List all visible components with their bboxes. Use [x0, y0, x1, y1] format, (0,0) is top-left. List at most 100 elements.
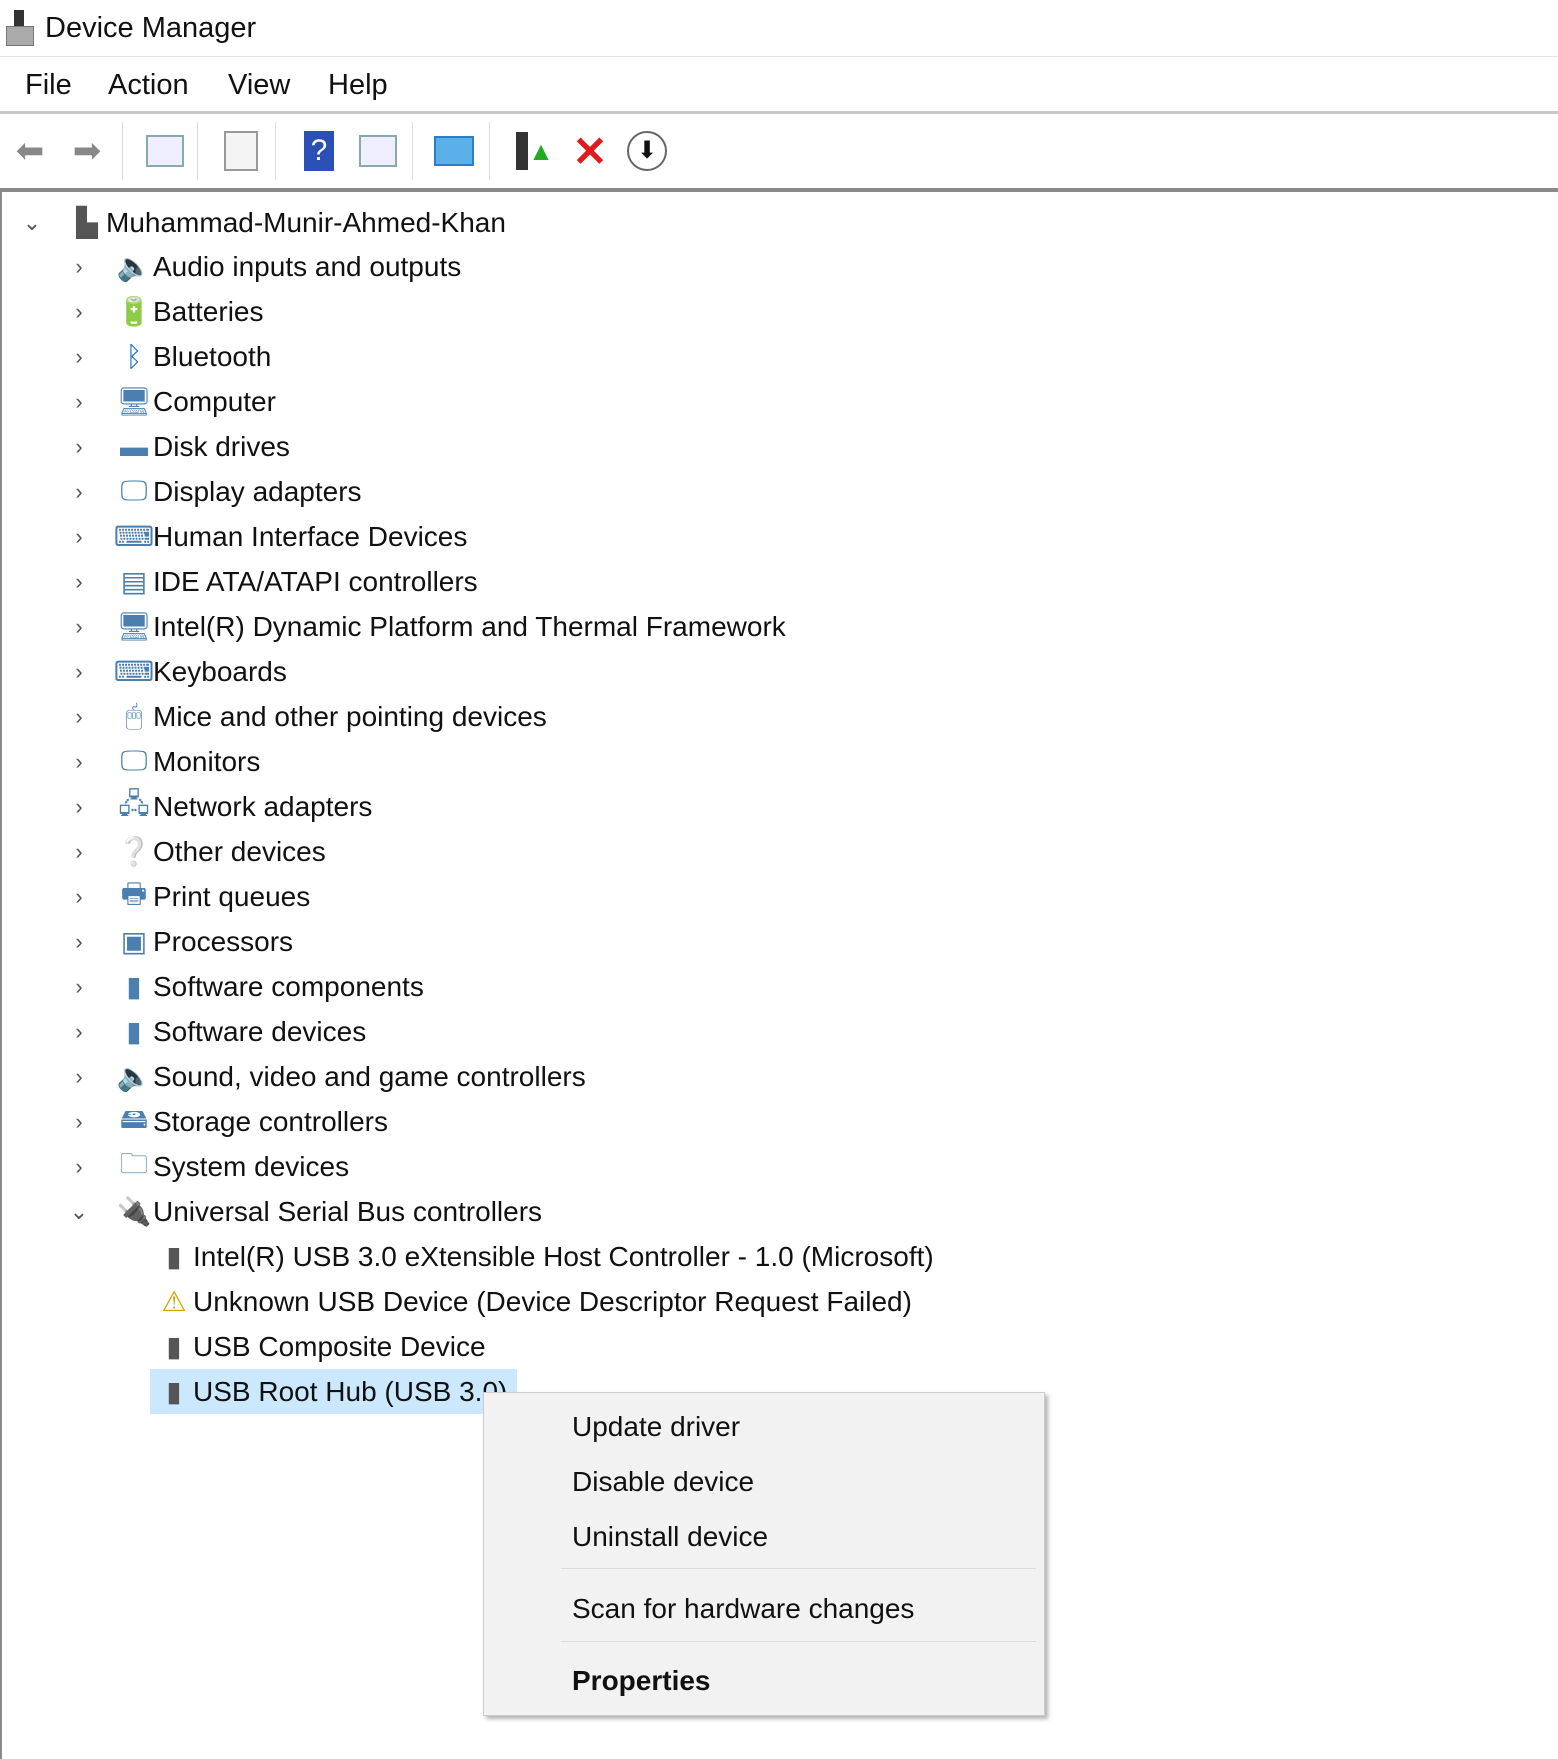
tree-item-label: Universal Serial Bus controllers [153, 1195, 543, 1227]
usb-device[interactable]: ▮ USB Root Hub (USB 3.0) [150, 1369, 518, 1414]
chevron-right-icon[interactable]: › [69, 1019, 89, 1045]
chevron-right-icon[interactable]: › [69, 929, 89, 955]
tree-category[interactable]: › ❔ Other devices [69, 829, 332, 874]
tree-category[interactable]: ⌄ 🔌 Universal Serial Bus controllers [69, 1189, 548, 1234]
tree-item-label: USB Root Hub (USB 3.0) [193, 1375, 508, 1407]
tree-item-label: Sound, video and game controllers [153, 1060, 586, 1092]
tree-item-label: Software devices [153, 1015, 367, 1047]
tree-category[interactable]: › ⌨ Keyboards [69, 649, 293, 694]
tree-category[interactable]: › 🖵 Monitors [69, 739, 266, 784]
category-icon: 🔈 [116, 1061, 152, 1092]
tree-category[interactable]: › ▣ Processors [69, 919, 299, 964]
tree-category[interactable]: › 🖴 Storage controllers [69, 1099, 394, 1144]
menu-file[interactable]: File [25, 69, 72, 102]
tree-category[interactable]: › ⌨ Human Interface Devices [69, 514, 473, 559]
chevron-down-icon[interactable]: ⌄ [69, 1199, 89, 1225]
menu-action[interactable]: Action [108, 69, 189, 102]
tree-category[interactable]: › ▮ Software devices [69, 1009, 372, 1054]
category-icon: 🖵 [120, 745, 148, 776]
tree-category[interactable]: › ▮ Software components [69, 964, 430, 1009]
disable-device-icon[interactable]: ⬇ [624, 128, 670, 174]
tree-item-label: System devices [153, 1150, 350, 1182]
scan-hardware-menu-item[interactable]: Scan for hardware changes [572, 1593, 914, 1625]
tree-category[interactable]: › 🖥 Intel(R) Dynamic Platform and Thermal … [69, 604, 792, 649]
tree-category[interactable]: › 🖶 Print queues [69, 874, 316, 919]
category-icon: 🔈 [116, 251, 152, 282]
chevron-right-icon[interactable]: › [69, 254, 89, 280]
chevron-right-icon[interactable]: › [69, 794, 89, 820]
properties-menu-item[interactable]: Properties [572, 1665, 711, 1697]
tree-category[interactable]: › 🖧 Network adapters [69, 784, 378, 829]
tree-category[interactable]: › ᛒ Bluetooth [69, 334, 277, 379]
tree-category[interactable]: › ▬ Disk drives [69, 424, 296, 469]
back-icon[interactable]: ⬅ [7, 128, 53, 174]
tree-item-label: Storage controllers [153, 1105, 389, 1137]
menu-help[interactable]: Help [328, 69, 388, 102]
chevron-right-icon[interactable]: › [69, 974, 89, 1000]
usb-device[interactable]: ▮ Intel(R) USB 3.0 eXtensible Host Contro… [155, 1234, 940, 1279]
tree-category[interactable]: › 🔈 Audio inputs and outputs [69, 244, 467, 289]
category-icon: 🖥 [116, 611, 152, 642]
chevron-right-icon[interactable]: › [69, 749, 89, 775]
tree-category[interactable]: › ▤ IDE ATA/ATAPI controllers [69, 559, 484, 604]
chevron-right-icon[interactable]: › [69, 614, 89, 640]
category-icon: ▮ [126, 1016, 142, 1047]
tree-item-label: Mice and other pointing devices [153, 700, 547, 732]
show-hide-action-pane-icon[interactable] [355, 128, 401, 174]
chevron-right-icon[interactable]: › [69, 839, 89, 865]
chevron-right-icon[interactable]: › [69, 659, 89, 685]
chevron-right-icon[interactable]: › [69, 479, 89, 505]
chevron-down-icon[interactable]: ⌄ [22, 210, 42, 236]
tree-category[interactable]: › 🔈 Sound, video and game controllers [69, 1054, 592, 1099]
tree-category[interactable]: › 🔋 Batteries [69, 289, 270, 334]
window-title: Device Manager [45, 12, 257, 44]
show-hide-console-tree-icon[interactable] [142, 128, 188, 174]
chevron-right-icon[interactable]: › [69, 884, 89, 910]
tree-item-label: Disk drives [153, 430, 290, 462]
category-icon: 🖱 [125, 700, 143, 731]
update-driver-menu-item[interactable]: Update driver [572, 1411, 740, 1443]
category-icon: ▣ [120, 926, 148, 957]
chevron-right-icon[interactable]: › [69, 569, 89, 595]
separator [122, 122, 123, 180]
uninstall-device-menu-item[interactable]: Uninstall device [572, 1521, 768, 1553]
help-icon[interactable]: ? [296, 128, 342, 174]
chevron-right-icon[interactable]: › [69, 434, 89, 460]
chevron-right-icon[interactable]: › [69, 1154, 89, 1180]
category-icon: ᛒ [125, 340, 143, 372]
chevron-right-icon[interactable]: › [69, 524, 89, 550]
tree-item-label: Intel(R) Dynamic Platform and Thermal Fr… [153, 610, 786, 642]
tree-item-label: Computer [153, 385, 276, 417]
chevron-right-icon[interactable]: › [69, 299, 89, 325]
warning-usb-icon: ⚠ [161, 1286, 187, 1317]
separator [412, 122, 413, 180]
forward-icon[interactable]: ➡ [64, 128, 110, 174]
chevron-right-icon[interactable]: › [69, 1064, 89, 1090]
disable-device-menu-item[interactable]: Disable device [572, 1466, 754, 1498]
tree-root[interactable]: ⌄ ▙ Muhammad-Munir-Ahmed-Khan [22, 200, 512, 245]
category-icon: 🗀 [119, 1147, 148, 1179]
tree-item-label: Software components [153, 970, 424, 1002]
tree-category[interactable]: › 🖱 Mice and other pointing devices [69, 694, 553, 739]
tree-category[interactable]: › 🖵 Display adapters [69, 469, 368, 514]
menu-view[interactable]: View [228, 69, 290, 102]
usb-device[interactable]: ▮ USB Composite Device [155, 1324, 492, 1369]
device-manager-icon [4, 10, 36, 48]
update-driver-icon[interactable]: ▲ [512, 128, 558, 174]
separator [275, 122, 276, 180]
category-icon: 🖧 [118, 787, 150, 819]
chevron-right-icon[interactable]: › [69, 389, 89, 415]
tree-category[interactable]: › 🗀 System devices [69, 1144, 355, 1189]
separator [197, 122, 198, 180]
uninstall-icon[interactable]: ✕ [567, 128, 613, 175]
chevron-right-icon[interactable]: › [69, 1109, 89, 1135]
category-icon: ⌨ [113, 656, 155, 687]
scan-hardware-icon[interactable] [431, 128, 477, 174]
usb-device[interactable]: ⚠ Unknown USB Device (Device Descriptor R… [155, 1279, 918, 1324]
chevron-right-icon[interactable]: › [69, 344, 89, 370]
tree-category[interactable]: › 🖥 Computer [69, 379, 282, 424]
tree-item-label: Processors [153, 925, 294, 957]
chevron-right-icon[interactable]: › [69, 704, 89, 730]
properties-icon[interactable] [218, 128, 264, 174]
category-icon: ▮ [126, 971, 142, 1002]
